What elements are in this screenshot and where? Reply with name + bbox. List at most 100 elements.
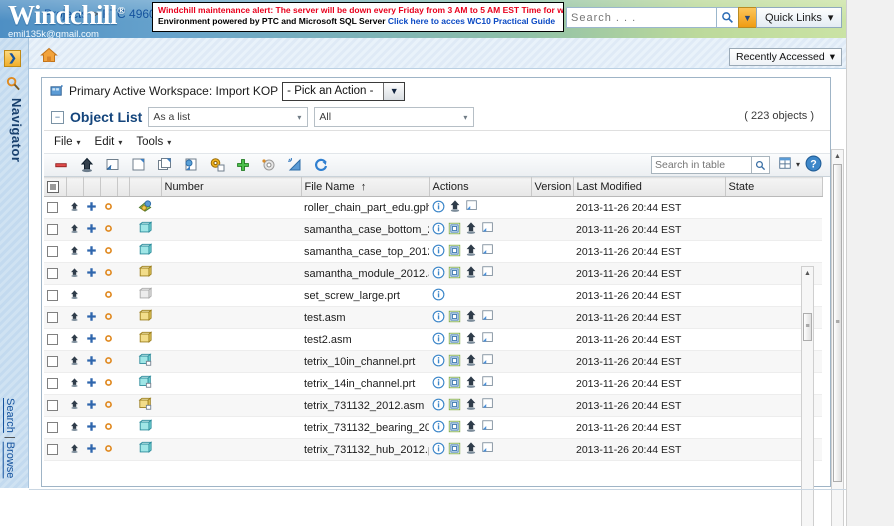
note-icon[interactable] [481, 331, 495, 348]
col-version[interactable]: Version [531, 177, 574, 197]
open-icon[interactable] [448, 244, 461, 260]
cell-actions[interactable] [429, 372, 531, 395]
dot-icon[interactable] [100, 328, 117, 351]
checkout-icon[interactable] [66, 240, 83, 263]
row-checkbox[interactable] [47, 400, 58, 412]
row-checkbox[interactable] [47, 224, 58, 236]
filter-select[interactable]: All ▾ [314, 107, 475, 127]
update-icon[interactable] [182, 156, 200, 174]
checkout-icon[interactable] [66, 372, 83, 395]
info-icon[interactable] [432, 376, 445, 392]
menu-file[interactable]: File ▾ [54, 136, 81, 148]
row-checkbox-cell[interactable] [44, 306, 66, 329]
cell-file-name[interactable]: tetrix_731132_2012.asm [301, 394, 429, 417]
plus-icon[interactable] [83, 196, 100, 219]
table-row[interactable]: test.asm 2013-11-26 20:44 EST [44, 306, 822, 329]
cell-file-name[interactable]: samantha_case_bottom_2... [301, 218, 429, 241]
dot-icon[interactable] [100, 350, 117, 373]
info-icon[interactable] [432, 222, 445, 238]
row-checkbox-cell[interactable] [44, 240, 66, 263]
select-all-checkbox[interactable] [47, 181, 59, 193]
dot-icon[interactable] [100, 196, 117, 219]
row-checkbox-cell[interactable] [44, 328, 66, 351]
table-row[interactable]: tetrix_14in_channel.prt 2013-11-26 20:44 … [44, 372, 822, 395]
refresh-icon[interactable] [312, 156, 330, 174]
info-icon[interactable] [432, 398, 445, 414]
checkin-icon[interactable] [464, 441, 478, 458]
home-icon[interactable] [40, 47, 58, 63]
search-dropdown-icon[interactable]: ▼ [738, 7, 757, 28]
row-checkbox[interactable] [47, 246, 58, 258]
plus-icon[interactable] [83, 262, 100, 285]
cell-actions[interactable] [429, 218, 531, 241]
table-row[interactable]: tetrix_731132_bearing_201... 2013-11-26 2… [44, 416, 822, 439]
table-search-icon[interactable] [751, 156, 770, 174]
note-icon[interactable] [481, 243, 495, 260]
cell-actions[interactable] [429, 306, 531, 329]
row-checkbox-cell[interactable] [44, 438, 66, 461]
note-icon[interactable] [481, 397, 495, 414]
row-checkbox[interactable] [47, 312, 58, 324]
cell-actions[interactable] [429, 196, 531, 219]
info-icon[interactable] [432, 244, 445, 260]
search-input[interactable] [566, 7, 716, 28]
row-checkbox-cell[interactable] [44, 196, 66, 219]
info-icon[interactable] [432, 332, 445, 348]
table-row[interactable]: samantha_case_top_2012... 2013-11-26 20:4… [44, 240, 822, 263]
settings-icon[interactable] [260, 156, 278, 174]
open-icon[interactable] [448, 332, 461, 348]
menu-edit[interactable]: Edit ▾ [95, 136, 123, 148]
page-scroll-thumb[interactable]: ≡ [833, 164, 842, 482]
cell-actions[interactable] [429, 284, 531, 307]
sidebar-browse-link[interactable]: Browse [4, 442, 16, 479]
info-icon[interactable] [432, 200, 445, 216]
table-row[interactable]: samantha_module_2012.a... 2013-11-26 20:4… [44, 262, 822, 285]
cell-actions[interactable] [429, 416, 531, 439]
info-icon[interactable] [432, 266, 445, 282]
table-scrollbar[interactable]: ▲ ≡ [801, 266, 814, 526]
expand-arrow-icon[interactable]: ❯ [4, 50, 21, 67]
row-checkbox[interactable] [47, 334, 58, 346]
open-icon[interactable] [448, 310, 461, 326]
recently-accessed-button[interactable]: Recently Accessed ▾ [729, 48, 842, 66]
plus-icon[interactable] [83, 416, 100, 439]
dot-icon[interactable] [100, 416, 117, 439]
table-row[interactable]: tetrix_731132_hub_2012.prt 2013-11-26 20:… [44, 438, 822, 461]
plus-icon[interactable] [83, 240, 100, 263]
cell-file-name[interactable]: roller_chain_part_edu.gph [301, 196, 429, 219]
checkin-icon[interactable] [78, 156, 96, 174]
plus-icon[interactable] [83, 438, 100, 461]
cell-file-name[interactable]: samantha_case_top_2012... [301, 240, 429, 263]
checkout-icon[interactable] [104, 156, 122, 174]
dot-icon[interactable] [100, 306, 117, 329]
row-checkbox[interactable] [47, 422, 58, 434]
wc10-guide-link[interactable]: Click here to acces WC10 Practical Guide [388, 16, 555, 26]
scroll-up-arrow[interactable]: ▲ [832, 150, 843, 162]
select-all-header[interactable] [44, 177, 67, 197]
col-actions[interactable]: Actions [429, 177, 532, 197]
checkin-icon[interactable] [464, 331, 478, 348]
open-icon[interactable] [448, 266, 461, 282]
table-row[interactable]: roller_chain_part_edu.gph 2013-11-26 20:4… [44, 196, 822, 219]
cell-actions[interactable] [429, 328, 531, 351]
checkin-icon[interactable] [464, 419, 478, 436]
revise-icon[interactable] [208, 156, 226, 174]
info-icon[interactable] [432, 288, 445, 304]
checkout-icon[interactable] [66, 394, 83, 417]
row-checkbox-cell[interactable] [44, 284, 66, 307]
checkout-icon[interactable] [66, 196, 83, 219]
col-last-modified[interactable]: Last Modified [573, 177, 726, 197]
dot-icon[interactable] [100, 394, 117, 417]
open-icon[interactable] [448, 442, 461, 458]
open-icon[interactable] [448, 354, 461, 370]
sidebar-search-link[interactable]: Search [4, 398, 16, 433]
cell-actions[interactable] [429, 394, 531, 417]
checkout-icon[interactable] [66, 284, 83, 307]
search-icon[interactable] [716, 7, 738, 28]
note-icon[interactable] [481, 221, 495, 238]
cell-file-name[interactable]: tetrix_14in_channel.prt [301, 372, 429, 395]
dot-icon[interactable] [100, 218, 117, 241]
note-icon[interactable] [481, 353, 495, 370]
cell-file-name[interactable]: tetrix_731132_hub_2012.prt [301, 438, 429, 461]
checkin-icon[interactable] [448, 199, 462, 216]
